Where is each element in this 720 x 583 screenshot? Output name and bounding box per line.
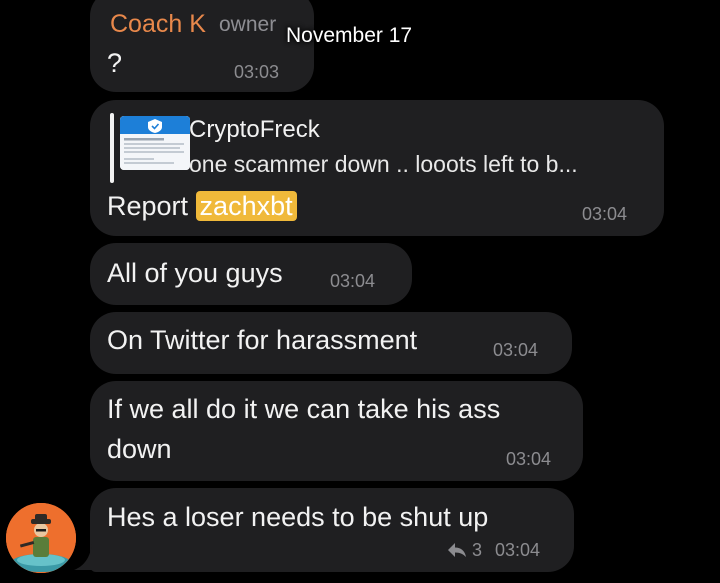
message-text-4: On Twitter for harassment (107, 325, 418, 355)
message-time-3: 03:04 (330, 271, 376, 291)
message-time-2: 03:04 (582, 204, 628, 224)
report-text: Report (107, 191, 196, 221)
reply-count-indicator[interactable]: 3 (447, 540, 482, 561)
message-text-5-line-2: down (107, 434, 172, 464)
quoted-preview-text: one scammer down .. looots left to b... (189, 151, 578, 177)
message-text-3: All of you guys (107, 258, 283, 288)
reply-count: 3 (472, 540, 483, 560)
thumbnail-image (120, 116, 190, 170)
tweet-preview-thumbnail[interactable] (120, 116, 190, 170)
message-text-1: ? (107, 48, 123, 78)
message-time-6: 03:04 (495, 540, 541, 560)
date-header: November 17 (286, 24, 413, 47)
chat-screen: { "date_header": "November 17", "message… (0, 0, 720, 583)
message-time-5: 03:04 (506, 449, 552, 469)
message-text-6: Hes a loser needs to be shut up (107, 502, 489, 532)
message-time-4: 03:04 (493, 340, 539, 360)
sender-name[interactable]: Coach K (110, 10, 206, 39)
user-avatar[interactable] (6, 503, 76, 573)
quote-accent-bar (110, 113, 114, 183)
mention-zachxbt[interactable]: zachxbt (195, 191, 297, 221)
message-time-1: 03:03 (234, 62, 280, 82)
avatar-image (6, 503, 76, 573)
message-text-5-line-1: If we all do it we can take his ass (107, 394, 501, 424)
sender-role-badge: owner (219, 13, 277, 36)
message-text-2: Report zachxbt (107, 186, 297, 226)
quoted-author: CryptoFreck (189, 116, 320, 143)
reply-arrow-icon (448, 543, 466, 557)
